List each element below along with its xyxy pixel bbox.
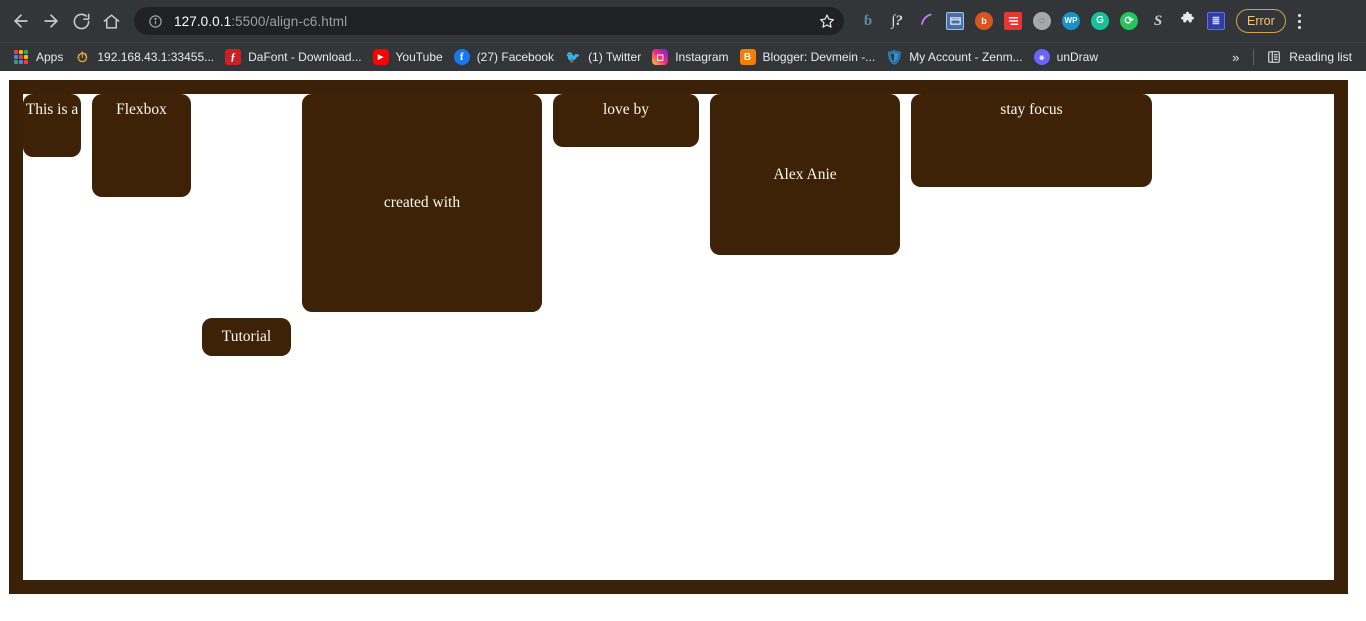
bookmark-label: (27) Facebook	[476, 50, 555, 64]
flex-box-label: stay focus	[1000, 101, 1063, 118]
bookmark-label: YouTube	[395, 50, 443, 64]
bookmark-item[interactable]: 🛡 My Account - Zenm...	[883, 46, 1030, 68]
flex-box-label: Tutorial	[221, 328, 272, 346]
blogger-icon: B	[739, 49, 756, 65]
instagram-icon: ◻	[652, 49, 669, 65]
error-button-label: Error	[1247, 14, 1275, 28]
flex-box: love by	[553, 94, 699, 147]
bookmark-item[interactable]: B Blogger: Devmein -...	[737, 46, 884, 68]
flex-box-label: Alex Anie	[773, 165, 837, 183]
bookmarks-bar: Apps ⏱ 192.168.43.1:33455... ƒ DaFont - …	[0, 42, 1366, 71]
zenmate-shield-icon: 🛡	[885, 48, 904, 65]
reading-list-button[interactable]: Reading list	[1260, 49, 1358, 65]
red-stripes-icon	[1004, 12, 1022, 30]
b-circle-icon: b	[975, 12, 993, 30]
bookmark-item[interactable]: 🐦 (1) Twitter	[562, 46, 649, 68]
bookmark-item[interactable]: ⚹ unDraw	[1031, 46, 1106, 68]
dafont-icon: ƒ	[225, 49, 242, 65]
bookmark-star-icon[interactable]	[814, 8, 840, 34]
ghost-extension[interactable]: ○	[1028, 7, 1056, 35]
bookmark-apps-label: Apps	[36, 50, 64, 64]
url-path: :5500/align-c6.html	[231, 13, 348, 29]
puzzle-piece-icon	[1179, 11, 1196, 31]
flex-box: Flexbox	[92, 94, 191, 197]
hourglass-icon: ⏱	[76, 48, 88, 65]
bookmark-apps[interactable]: Apps	[10, 46, 71, 68]
swirl-extension[interactable]: S	[1144, 7, 1172, 35]
home-icon	[102, 12, 121, 31]
bookmark-label: My Account - Zenm...	[909, 50, 1023, 64]
twitter-icon: 🐦	[565, 50, 581, 64]
bookmarks-overflow-button[interactable]: »	[1224, 50, 1247, 65]
arrow-right-icon	[41, 11, 61, 31]
flex-box: Tutorial	[202, 318, 291, 356]
flex-box: stay focus	[911, 94, 1152, 187]
window-capture-icon	[946, 12, 964, 30]
bookmarks-divider	[1253, 49, 1255, 65]
bookmark-item[interactable]: ▶ YouTube	[370, 46, 451, 68]
reading-list-icon	[1266, 49, 1282, 65]
reading-list-label: Reading list	[1289, 50, 1352, 64]
stylish-extension[interactable]	[999, 7, 1027, 35]
bookmark-item[interactable]: ƒ DaFont - Download...	[222, 46, 369, 68]
flex-box-label: Flexbox	[116, 101, 167, 118]
youtube-icon: ▶	[372, 49, 389, 65]
bookmark-label: 192.168.43.1:33455...	[97, 50, 215, 64]
address-bar[interactable]: 127.0.0.1:5500/align-c6.html	[134, 7, 844, 35]
wordpress-extension[interactable]: WP	[1057, 7, 1085, 35]
page-viewport: This is a Flexbox Tutorial created with love…	[0, 71, 1366, 621]
apps-grid-icon	[13, 49, 29, 65]
extensions-strip: ɓ ∫? b ○ WP G ⟳ S ≣	[854, 7, 1230, 35]
wp-icon: WP	[1062, 12, 1080, 30]
grammarly-extension[interactable]: G	[1086, 7, 1114, 35]
home-button[interactable]	[96, 6, 126, 36]
bitly-extension[interactable]: ɓ	[854, 7, 882, 35]
g-circle-icon: G	[1091, 12, 1109, 30]
refresh-circle-icon: ⟳	[1120, 12, 1138, 30]
bookmark-item[interactable]: f (27) Facebook	[451, 46, 562, 68]
bookmark-label: (1) Twitter	[588, 50, 642, 64]
flex-box: Alex Anie	[710, 94, 900, 255]
arrow-left-icon	[11, 11, 31, 31]
browser-toolbar: 127.0.0.1:5500/align-c6.html ɓ ∫? b ○ WP…	[0, 0, 1366, 42]
gray-circle-icon: ○	[1033, 12, 1051, 30]
flex-container: This is a Flexbox Tutorial created with love…	[9, 80, 1348, 594]
undraw-icon: ⚹	[1033, 49, 1050, 65]
reload-button[interactable]	[66, 6, 96, 36]
reload-icon	[72, 12, 91, 31]
sync-extension[interactable]: ⟳	[1115, 7, 1143, 35]
mathjax-extension[interactable]: ∫?	[883, 7, 911, 35]
evernote-extension[interactable]: ≣	[1202, 7, 1230, 35]
bookmark-item[interactable]: ⏱ 192.168.43.1:33455...	[71, 46, 222, 68]
chevron-double-right-icon: »	[1232, 49, 1240, 65]
blue-note-icon: ≣	[1207, 12, 1225, 30]
bitwarden-extension[interactable]: b	[970, 7, 998, 35]
bookmark-label: DaFont - Download...	[248, 50, 362, 64]
bookmark-item[interactable]: ◻ Instagram	[649, 46, 736, 68]
address-bar-url: 127.0.0.1:5500/align-c6.html	[174, 14, 814, 29]
bookmark-label: Instagram	[675, 50, 729, 64]
browser-chrome: 127.0.0.1:5500/align-c6.html ɓ ∫? b ○ WP…	[0, 0, 1366, 71]
screenshot-extension[interactable]	[941, 7, 969, 35]
facebook-icon: f	[453, 49, 470, 65]
flex-box: created with	[302, 94, 542, 312]
back-button[interactable]	[6, 6, 36, 36]
site-info-icon[interactable]	[146, 12, 164, 30]
flex-box-label: created with	[383, 194, 461, 212]
feather-pen-icon	[918, 11, 935, 31]
forward-button[interactable]	[36, 6, 66, 36]
flex-box-label: love by	[602, 101, 650, 118]
flex-box-label: This is a	[25, 101, 79, 118]
feather-pen-extension[interactable]	[912, 7, 940, 35]
kebab-menu-icon[interactable]	[1287, 7, 1313, 35]
flex-box: This is a	[23, 94, 81, 157]
bookmark-label: unDraw	[1056, 50, 1098, 64]
bookmark-label: Blogger: Devmein -...	[762, 50, 876, 64]
puzzle-extensions-menu[interactable]	[1173, 7, 1201, 35]
error-button[interactable]: Error	[1236, 9, 1286, 33]
url-host: 127.0.0.1	[174, 13, 232, 29]
